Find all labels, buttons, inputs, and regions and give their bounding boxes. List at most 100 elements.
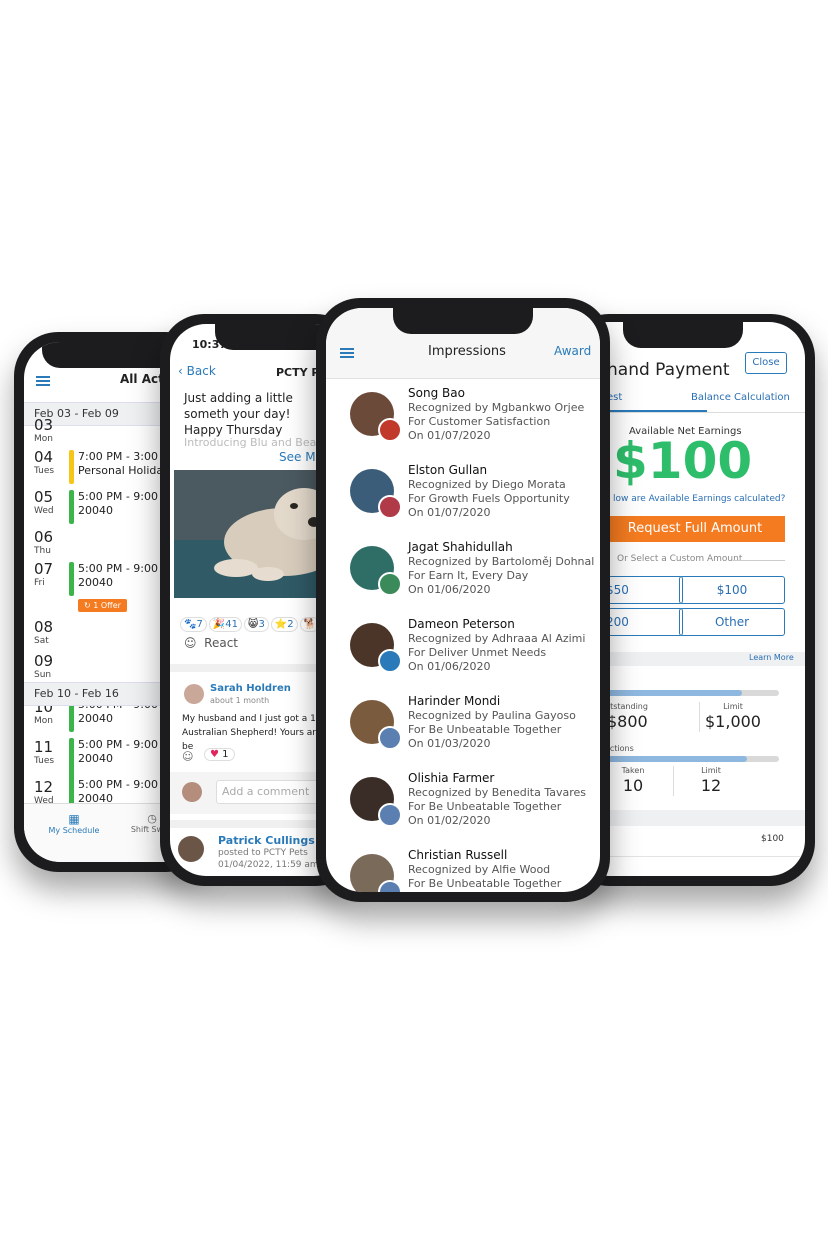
amount-100-button[interactable]: $100	[679, 576, 785, 604]
transactions-bar-fill	[593, 756, 748, 762]
phone-notch	[393, 308, 533, 334]
impression-by: Recognized by Diego Morata	[408, 478, 566, 491]
impression-for: For Earn It, Every Day	[408, 569, 529, 582]
reaction-chip[interactable]: ⭐2	[270, 617, 298, 632]
award-badge-icon	[378, 418, 402, 442]
award-badge-icon	[378, 803, 402, 827]
impression-item[interactable]: Dameon Peterson Recognized by Adhraaa Al …	[344, 617, 594, 687]
divider	[733, 560, 785, 561]
avatar	[182, 782, 202, 802]
day-number: 08	[34, 618, 54, 636]
request-full-button[interactable]: Request Full Amount	[605, 516, 785, 542]
heart-count: 1	[222, 749, 229, 760]
page-title: Impressions	[428, 344, 506, 359]
reaction-count: 7	[196, 619, 203, 630]
impression-item[interactable]: Elston Gullan Recognized by Diego Morata F…	[344, 463, 594, 533]
recipient-name: Song Bao	[408, 386, 465, 400]
back-label: Back	[186, 364, 216, 378]
phone-notch	[623, 322, 743, 348]
history-amount: $100	[761, 834, 784, 844]
posted-to: posted to PCTY Pets	[218, 848, 308, 858]
poster-name[interactable]: Patrick Cullings	[218, 834, 315, 847]
smile-icon: ☺	[184, 636, 197, 650]
reaction-chip[interactable]: 🐾7	[180, 617, 207, 632]
heart-reaction[interactable]: ♥ 1	[204, 748, 235, 761]
tab-balance-calculation[interactable]: Balance Calculation	[691, 386, 790, 410]
recipient-name: Harinder Mondi	[408, 694, 501, 708]
impression-on: On 01/06/2020	[408, 660, 491, 673]
day-of-week: Mon	[34, 716, 53, 726]
award-badge-icon	[378, 726, 402, 750]
reaction-chip[interactable]: 🎉41	[208, 617, 243, 632]
award-badge-icon	[378, 495, 402, 519]
impression-item[interactable]: Song Bao Recognized by Mgbankwo Orjee For …	[344, 386, 594, 456]
limit-label: Limit	[701, 766, 721, 775]
impression-on: On 01/06/2020	[408, 583, 491, 596]
offer-badge[interactable]: ↻ 1 Offer	[78, 599, 127, 612]
impression-for: For Be Unbeatable Together	[408, 723, 562, 736]
custom-amount-label: Or Select a Custom Amount	[617, 554, 743, 564]
reaction-chip[interactable]: 😸3	[244, 617, 269, 632]
impression-on: On 01/02/2020	[408, 814, 491, 827]
day-of-week: Wed	[34, 506, 54, 516]
impression-by: Recognized by Mgbankwo Orjee	[408, 401, 585, 414]
impression-by: Recognized by Adhraaa Al Azimi	[408, 632, 586, 645]
impression-for: For Be Unbeatable Together	[408, 877, 562, 890]
reaction-bar: 🐾7 🎉41 😸3 ⭐2 🐕	[180, 612, 322, 632]
day-of-week: Sun	[34, 670, 52, 680]
limit-label: Limit	[723, 702, 743, 711]
limit-value: 12	[700, 776, 722, 795]
recipient-name: Elston Gullan	[408, 463, 488, 477]
reaction-count: 41	[225, 619, 239, 630]
impression-item[interactable]: Olishia Farmer Recognized by Benedita Tav…	[344, 771, 594, 841]
how-calculated-link[interactable]: low are Available Earnings calculated?	[613, 494, 785, 504]
commenter-name[interactable]: Sarah Holdren	[210, 683, 291, 694]
post-text-faded: Introducing Blu and Bean	[184, 436, 324, 449]
impression-item[interactable]: Harinder Mondi Recognized by Paulina Gayo…	[344, 694, 594, 764]
award-badge-icon	[378, 649, 402, 673]
event-color-bar	[69, 562, 74, 596]
impression-item[interactable]: Christian Russell Recognized by Alfie Woo…	[344, 848, 594, 892]
day-of-week: Tues	[34, 466, 55, 476]
award-button[interactable]: Award	[554, 344, 591, 358]
reaction-count: 3	[258, 619, 265, 630]
award-badge-icon	[378, 572, 402, 596]
smile-icon[interactable]: ☺	[182, 750, 193, 763]
menu-icon[interactable]	[36, 376, 50, 378]
reaction-emoji-icon: ⭐	[274, 619, 288, 630]
impression-on: On 01/07/2020	[408, 429, 491, 442]
day-number: 11	[34, 738, 54, 756]
reaction-count: 2	[287, 619, 294, 630]
react-label: React	[204, 636, 238, 650]
impression-by: Recognized by Bartoloměj Dohnal	[408, 555, 595, 568]
event-color-bar	[69, 450, 74, 484]
day-of-week: Sat	[34, 636, 49, 646]
close-button[interactable]: Close	[745, 352, 787, 374]
impression-by: Recognized by Paulina Gayoso	[408, 709, 576, 722]
amount-other-button[interactable]: Other	[679, 608, 785, 636]
outstanding-bar-fill	[593, 690, 742, 696]
outstanding-bar	[593, 690, 779, 696]
comment-text: My husband and I just got a 10 w Austral…	[182, 714, 332, 752]
impression-for: For Be Unbeatable Together	[408, 800, 562, 813]
impression-item[interactable]: Jagat Shahidullah Recognized by Bartolomě…	[344, 540, 594, 610]
outstanding-label: utstanding	[605, 702, 648, 711]
impression-by: Recognized by Alfie Wood	[408, 863, 551, 876]
impressions-screen: Impressions Award Song Bao Recognized by …	[326, 308, 600, 892]
back-button[interactable]: ‹ Back	[178, 364, 216, 378]
avatar	[178, 836, 204, 862]
reaction-emoji-icon: 🐾	[184, 619, 197, 630]
tab-my-schedule[interactable]: ▦ My Schedule	[44, 812, 104, 835]
react-button[interactable]: ☺ React	[184, 636, 238, 650]
calendar-grid-icon: ▦	[68, 812, 80, 826]
day-number: 12	[34, 778, 54, 796]
menu-icon[interactable]	[340, 348, 354, 350]
day-number: 06	[34, 528, 54, 546]
heart-icon: ♥	[210, 749, 219, 760]
post-text: Just adding a little someth your day! Ha…	[184, 391, 293, 437]
day-number: 04	[34, 448, 54, 466]
event-color-bar	[69, 490, 74, 524]
learn-more-link[interactable]: Learn More	[749, 653, 794, 662]
impressions-phone: Impressions Award Song Bao Recognized by …	[316, 298, 610, 902]
impression-by: Recognized by Benedita Tavares	[408, 786, 587, 799]
